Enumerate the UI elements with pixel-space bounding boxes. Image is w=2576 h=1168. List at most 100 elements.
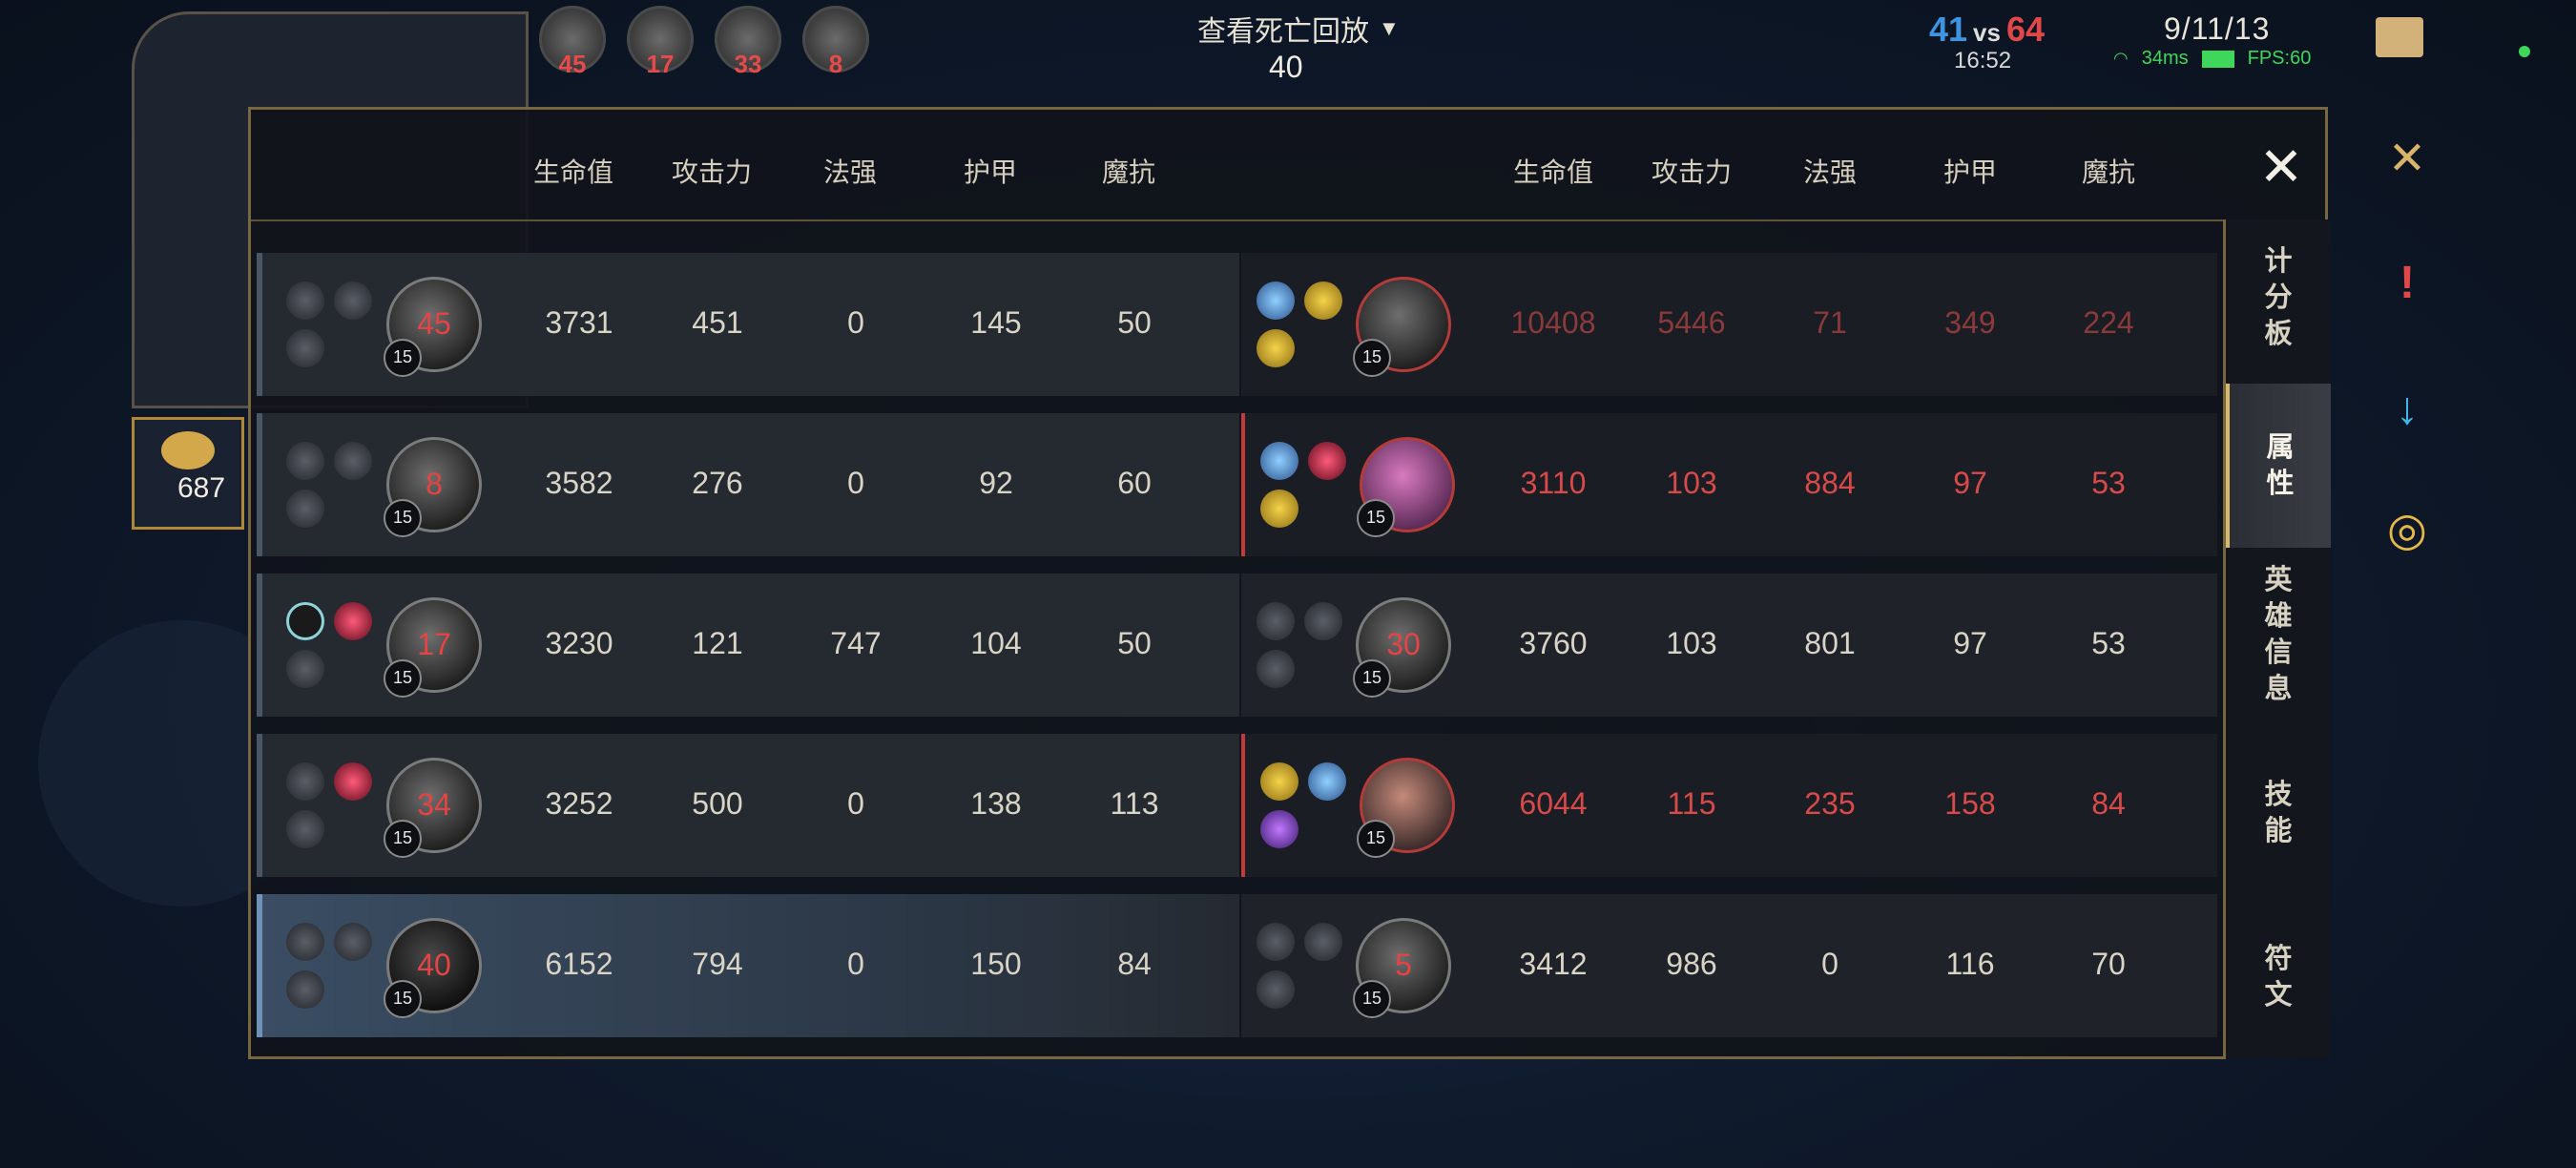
hero-portrait: 5 15 [1353,918,1451,1018]
top-hero-portrait[interactable]: 33 [715,6,781,78]
enemy-player[interactable]: 15 10408 5446 71 349 224 [1241,253,2217,396]
tab-skills[interactable]: 技能 [2226,729,2331,893]
stat-magic-resist: 70 [2091,947,2126,981]
attack-signal-icon[interactable]: ✕ [2380,132,2434,185]
kill-count: 40 [417,948,451,982]
rune-icon [1308,762,1346,801]
rune-icon [286,602,324,640]
summoner-spell-icon [286,490,324,528]
ping-value: 34ms [2141,48,2189,69]
tab-label: 技能 [2264,780,2293,846]
tab-scoreboard[interactable]: 计分板 [2226,219,2331,384]
stat-hp: 6044 [1519,786,1588,821]
wifi-icon: ◠ [2113,49,2129,68]
stat-hp: 10408 [1510,305,1596,340]
hero-level: 15 [1357,499,1395,537]
summoner-spell-icon [1260,810,1298,848]
stat-armor: 158 [1944,786,1996,821]
rune-icon [286,282,324,320]
stat-armor: 97 [1953,466,1987,500]
battery-icon [2201,50,2234,68]
panel-header: 生命值 攻击力 法强 护甲 魔抗 生命值 攻击力 法强 护甲 魔抗 ✕ [251,110,2325,221]
ally-player[interactable]: 45 15 3731 451 0 145 50 [257,253,1239,396]
column-header-attack: 攻击力 [671,157,752,187]
team-score: 41 vs 64 [1929,10,2045,50]
stat-magic-resist: 50 [1117,305,1152,340]
hero-portrait: 15 [1357,758,1455,858]
player-row: 8 15 3582 276 0 92 60 15 3110 103 884 97… [257,413,2217,556]
stat-magic-resist: 60 [1117,466,1152,500]
summoner-spell-icon [1257,970,1295,1009]
tab-label: 英雄信息 [2264,565,2293,704]
stat-ability-power: 71 [1813,305,1847,340]
top-hero-portrait[interactable]: 45 [539,6,606,78]
stat-attack: 5446 [1657,305,1726,340]
stat-armor: 145 [970,305,1022,340]
hero-level: 15 [384,980,422,1018]
summoner-spell-icon [1257,329,1295,367]
stat-armor: 138 [970,786,1022,821]
tab-runes[interactable]: 符文 [2226,893,2331,1057]
kill-count: 17 [417,627,451,661]
summoner-spell-icon [286,650,324,688]
hero-level: 15 [384,659,422,698]
stat-hp: 3731 [545,305,613,340]
rune-icon [1257,602,1295,640]
stat-attack: 103 [1666,466,1717,500]
tab-label: 计分板 [2264,246,2293,349]
rune-icon [1304,602,1342,640]
hero-portrait: 40 15 [384,918,482,1018]
stat-magic-resist: 224 [2083,305,2134,340]
player-kda: 9/11/13 [2164,11,2271,46]
enemy-player[interactable]: 5 15 3412 986 0 116 70 [1241,894,2217,1037]
retreat-signal-icon[interactable]: ↓ [2380,382,2434,435]
summoner-spell-icon [286,329,324,367]
stat-attack: 500 [692,786,743,821]
shop-button[interactable]: 687 [132,417,244,530]
summoner-spell-icon [286,810,324,848]
ally-player[interactable]: 34 15 3252 500 0 138 113 [257,734,1239,877]
column-header-armor: 护甲 [963,157,1017,187]
enemy-player[interactable]: 15 3110 103 884 97 53 [1241,413,2217,556]
stat-hp: 3412 [1519,947,1588,981]
tab-attributes[interactable]: 属性 [2226,384,2331,548]
hero-level: 15 [1353,980,1391,1018]
help-signal-icon[interactable]: ◎ [2380,503,2434,556]
enemy-player[interactable]: 15 6044 115 235 158 84 [1241,734,2217,877]
rune-icon [286,762,324,801]
danger-signal-icon[interactable]: ! [2380,256,2434,309]
death-replay-button[interactable]: 查看死亡回放 ▼ [1197,8,1400,50]
close-button[interactable]: ✕ [2253,138,2310,196]
ally-player[interactable]: 8 15 3582 276 0 92 60 [257,413,1239,556]
stat-hp: 3252 [545,786,613,821]
stat-attack: 794 [692,947,743,981]
hero-level: 15 [1353,339,1391,377]
chat-icon[interactable] [2376,17,2423,57]
online-indicator-icon [2519,46,2530,57]
enemy-player[interactable]: 30 15 3760 103 801 97 53 [1241,574,2217,717]
hero-portrait: 8 15 [384,437,482,537]
column-header-ability-power: 法强 [822,157,877,187]
hero-level: 15 [1357,820,1395,858]
rune-icon [334,442,372,480]
kill-count: 45 [417,306,451,341]
hero-portrait: 34 15 [384,758,482,858]
stat-attack: 121 [692,626,743,660]
top-hero-portrait[interactable]: 8 [802,6,869,78]
hero-level: 15 [1353,659,1391,698]
chevron-down-icon: ▼ [1379,16,1400,40]
stat-armor: 349 [1944,305,1996,340]
stat-ability-power: 747 [830,626,882,660]
summoner-spell-icon [1257,650,1295,688]
stat-hp: 3110 [1520,466,1587,500]
rune-icon [286,923,324,961]
tab-hero-info[interactable]: 英雄信息 [2226,548,2331,729]
top-hero-count: 33 [734,50,762,78]
ally-player[interactable]: 40 15 6152 794 0 150 84 [257,894,1239,1037]
player-row: 40 15 6152 794 0 150 84 5 15 3412 986 0 … [257,894,2217,1037]
blue-score: 41 [1929,10,1968,49]
top-hero-portrait[interactable]: 17 [627,6,694,78]
panel-tabs: 计分板 属性 英雄信息 技能 符文 [2223,219,2331,1059]
kill-count: 5 [1395,948,1412,982]
ally-player[interactable]: 17 15 3230 121 747 104 50 [257,574,1239,717]
